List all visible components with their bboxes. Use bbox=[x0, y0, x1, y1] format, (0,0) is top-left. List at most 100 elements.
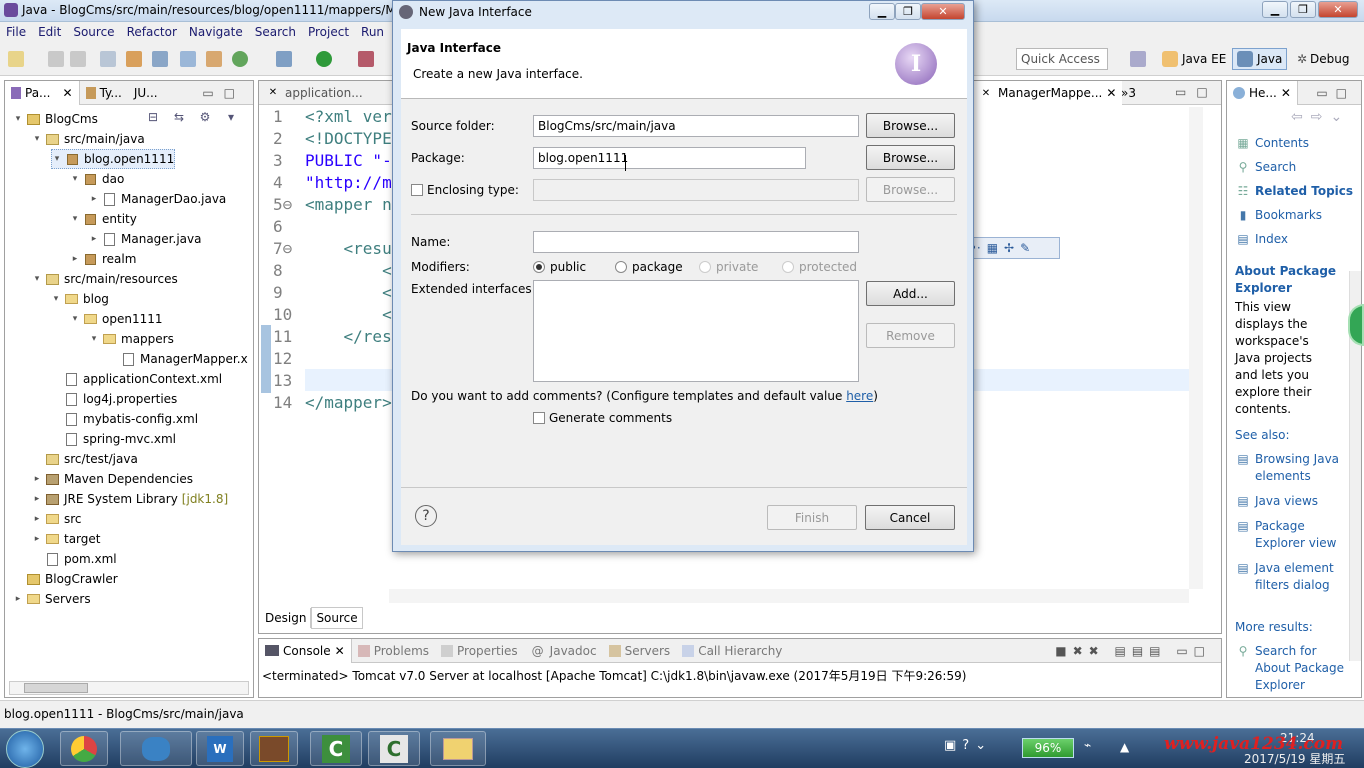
refresh-icon[interactable] bbox=[232, 51, 248, 67]
menu-file[interactable]: File bbox=[6, 25, 26, 39]
tab-properties[interactable]: Properties bbox=[435, 639, 524, 663]
ime-tools-icon[interactable]: ✢ bbox=[1004, 241, 1014, 255]
tree-expander-icon[interactable]: ▾ bbox=[89, 334, 99, 344]
tree-item[interactable]: BlogCrawler bbox=[13, 569, 118, 589]
menu-navigate[interactable]: Navigate bbox=[189, 25, 243, 39]
minimize-button[interactable]: ▁ bbox=[1262, 1, 1288, 18]
tree-item[interactable]: pom.xml bbox=[32, 549, 117, 569]
editor-vscrollbar[interactable] bbox=[1189, 107, 1203, 589]
help-search-for-link[interactable]: ⚲ Search for About Package Explorer bbox=[1235, 643, 1357, 694]
tree-expander-icon[interactable]: ▾ bbox=[13, 114, 23, 124]
tree-item[interactable]: ▾ open1111 bbox=[70, 309, 163, 329]
maximize-button[interactable]: ❐ bbox=[1290, 1, 1316, 18]
close-icon[interactable]: ✕ bbox=[63, 86, 73, 100]
tree-expander-icon[interactable]: ▸ bbox=[70, 254, 80, 264]
tab-overflow[interactable]: »3 bbox=[1121, 86, 1136, 100]
tray-help-icon[interactable]: ? bbox=[962, 738, 969, 753]
menu-edit[interactable]: Edit bbox=[38, 25, 61, 39]
scrollbar-thumb[interactable] bbox=[24, 683, 88, 693]
tree-item[interactable]: ▾ blog bbox=[51, 289, 109, 309]
dialog-maximize-button[interactable]: ❐ bbox=[895, 3, 921, 20]
tree-expander-icon[interactable]: ▸ bbox=[89, 234, 99, 244]
help-related-topics-link[interactable]: ☷ Related Topics bbox=[1235, 179, 1355, 203]
tree-expander-icon[interactable]: ▸ bbox=[32, 474, 42, 484]
tree-item[interactable]: ▾ src/main/java bbox=[32, 129, 145, 149]
tree-item[interactable]: mybatis-config.xml bbox=[51, 409, 198, 429]
tray-app-icon[interactable]: ▣ bbox=[944, 738, 956, 753]
help-contents-link[interactable]: ▦ Contents bbox=[1235, 131, 1355, 155]
tree-item[interactable]: ▸ src bbox=[32, 509, 82, 529]
configure-templates-link[interactable]: here bbox=[846, 389, 873, 403]
tree-item[interactable]: ▾ dao bbox=[70, 169, 125, 189]
tray-power-icon[interactable]: ⌁ bbox=[1084, 738, 1091, 752]
menu-project[interactable]: Project bbox=[308, 25, 349, 39]
generate-comments-checkbox[interactable] bbox=[533, 412, 545, 424]
save-icon[interactable] bbox=[48, 51, 64, 67]
tree-item[interactable]: applicationContext.xml bbox=[51, 369, 222, 389]
tree-item[interactable]: spring-mvc.xml bbox=[51, 429, 176, 449]
tab-type-hierarchy[interactable]: Ty... bbox=[80, 81, 128, 105]
quick-access-input[interactable]: Quick Access bbox=[1016, 48, 1108, 70]
tab-source[interactable]: Source bbox=[311, 607, 363, 629]
tree-expander-icon[interactable]: ▾ bbox=[32, 134, 42, 144]
perspective-java-ee[interactable]: Java EE bbox=[1158, 48, 1230, 70]
tree-expander-icon[interactable]: ▾ bbox=[70, 314, 80, 324]
package-input[interactable]: blog.open1111 bbox=[533, 147, 806, 169]
tab-javadoc[interactable]: @ Javadoc bbox=[524, 639, 603, 663]
tray-icons[interactable]: ▣? ⌄ bbox=[944, 738, 986, 753]
tree-item[interactable]: ▸ JRE System Library [jdk1.8] bbox=[32, 489, 228, 509]
tab-manager-mapper[interactable]: ✕ ManagerMappe... ✕ bbox=[971, 81, 1123, 105]
taskbar-camtasia-icon[interactable]: C bbox=[310, 731, 362, 766]
tab-call-hierarchy[interactable]: Call Hierarchy bbox=[676, 639, 788, 663]
package-browse-button[interactable]: Browse... bbox=[866, 145, 955, 170]
modifier-public[interactable]: public bbox=[533, 260, 586, 274]
close-icon[interactable]: ✕ bbox=[335, 644, 345, 658]
name-input[interactable] bbox=[533, 231, 859, 253]
dialog-minimize-button[interactable]: ▁ bbox=[869, 3, 895, 20]
taskbar-camtasia-recorder-icon[interactable]: C bbox=[368, 731, 420, 766]
print-icon[interactable] bbox=[100, 51, 116, 67]
debug-icon[interactable] bbox=[276, 51, 292, 67]
menu-source[interactable]: Source bbox=[73, 25, 114, 39]
dialog-close-button[interactable]: ✕ bbox=[921, 3, 965, 20]
ime-keyboard-icon[interactable]: ▦ bbox=[987, 241, 998, 255]
modifier-protected[interactable]: protected bbox=[782, 260, 857, 274]
panel-minmax-icon[interactable]: ▭□ bbox=[1316, 86, 1355, 100]
start-button[interactable] bbox=[6, 730, 44, 768]
help-nav-arrows[interactable]: ⇦⇨⌄ bbox=[1291, 109, 1350, 125]
help-search-link[interactable]: ⚲ Search bbox=[1235, 155, 1355, 179]
tree-item[interactable]: src/test/java bbox=[32, 449, 138, 469]
help-index-link[interactable]: ▤ Index bbox=[1235, 227, 1355, 251]
perspective-java[interactable]: Java bbox=[1232, 48, 1288, 70]
help-see-link[interactable]: ▤ Java views bbox=[1235, 493, 1357, 510]
tree-expander-icon[interactable]: ▾ bbox=[52, 154, 62, 164]
server-icon[interactable] bbox=[206, 51, 222, 67]
enclosing-type-browse-button[interactable]: Browse... bbox=[866, 177, 955, 202]
tree-item[interactable]: ▸ Maven Dependencies bbox=[32, 469, 193, 489]
modifier-private[interactable]: private bbox=[699, 260, 758, 274]
tab-problems[interactable]: Problems bbox=[352, 639, 435, 663]
protected-radio[interactable] bbox=[782, 261, 794, 273]
taskbar-explorer-icon[interactable] bbox=[430, 731, 486, 766]
tree-expander-icon[interactable]: ▾ bbox=[51, 294, 61, 304]
enclosing-type-checkbox[interactable] bbox=[411, 184, 423, 196]
close-icon[interactable]: ✕ bbox=[1281, 86, 1291, 100]
side-float-badge[interactable] bbox=[1348, 304, 1364, 346]
tray-arrow-icon[interactable]: ⌄ bbox=[975, 738, 986, 753]
taskbar-app-icon[interactable] bbox=[120, 731, 192, 766]
tree-item[interactable]: ▸ Servers bbox=[13, 589, 91, 609]
tab-help[interactable]: He... ✕ bbox=[1227, 80, 1298, 105]
modifier-package[interactable]: package bbox=[615, 260, 683, 274]
taskbar-eclipse-icon[interactable] bbox=[250, 731, 298, 766]
menu-refactor[interactable]: Refactor bbox=[127, 25, 177, 39]
run-icon[interactable] bbox=[316, 51, 332, 67]
tree-item[interactable]: ▾ BlogCms bbox=[13, 109, 98, 129]
new-icon[interactable] bbox=[8, 51, 24, 67]
open-perspective-icon[interactable] bbox=[1130, 51, 1146, 67]
tree-expander-icon[interactable]: ▾ bbox=[70, 174, 80, 184]
tree-item[interactable]: ▾ mappers bbox=[89, 329, 174, 349]
tree-item[interactable]: ▸ Manager.java bbox=[89, 229, 202, 249]
help-see-link[interactable]: ▤ Browsing Java elements bbox=[1235, 451, 1357, 485]
enclosing-type-input[interactable] bbox=[533, 179, 859, 201]
tree-expander-icon[interactable]: ▾ bbox=[70, 214, 80, 224]
